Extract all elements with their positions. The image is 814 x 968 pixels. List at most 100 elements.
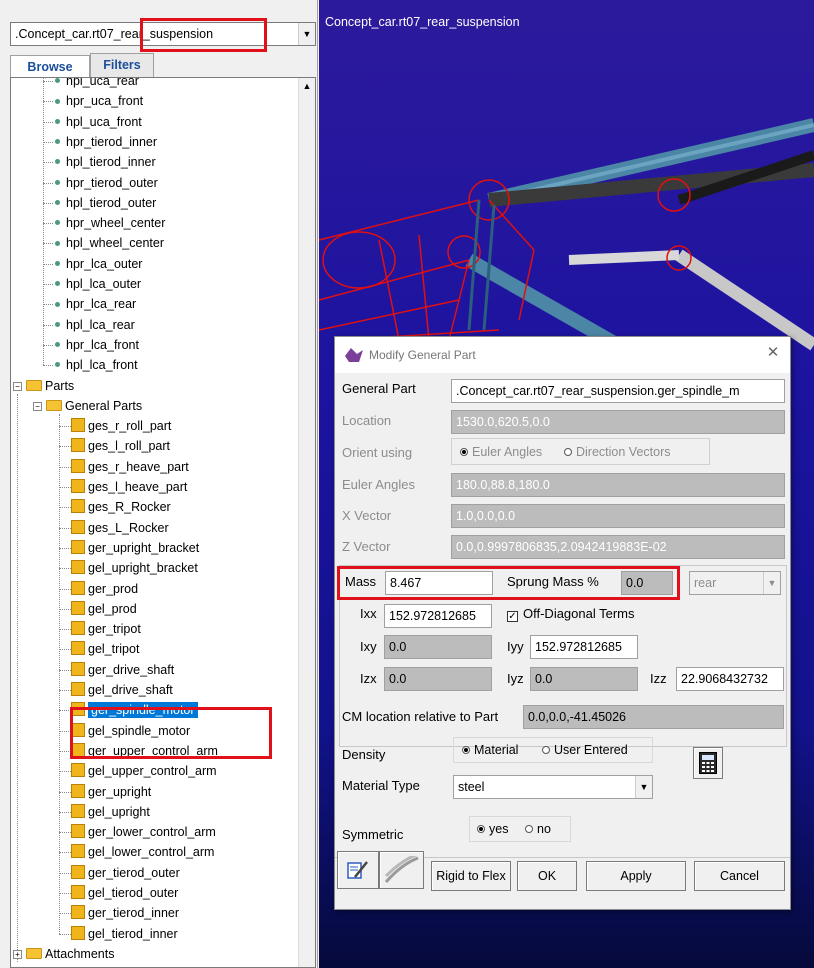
part-icon (71, 438, 85, 453)
tree-item-part[interactable]: ger_upper_control_arm (71, 741, 218, 761)
tree-item-point[interactable]: hpr_tierod_outer (55, 173, 158, 193)
tree-item-part[interactable]: ger_drive_shaft (71, 660, 174, 680)
tree-item-part[interactable]: gel_drive_shaft (71, 680, 173, 700)
mass-field[interactable]: 8.467 (385, 571, 493, 595)
chevron-down-icon[interactable]: ▼ (298, 23, 315, 45)
tree-item-part[interactable]: ges_l_roll_part (71, 436, 170, 456)
iyy-field[interactable]: 152.972812685 (530, 635, 638, 659)
radio-icon[interactable] (564, 448, 572, 456)
tree-item-part[interactable]: ger_prod (71, 579, 138, 599)
tree-item-part[interactable]: ges_l_heave_part (71, 477, 187, 497)
model-selector[interactable]: .Concept_car.rt07_rear_suspension ▼ (10, 22, 316, 46)
flex-body-button[interactable] (379, 851, 424, 889)
tree-connector (59, 933, 71, 935)
calculator-button[interactable] (693, 747, 723, 779)
radio-icon[interactable] (477, 825, 485, 833)
ok-button[interactable]: OK (517, 861, 577, 891)
tree-item-point[interactable]: hpr_lca_front (55, 335, 139, 355)
edit-notes-button[interactable] (337, 851, 379, 889)
symmetric-no-option[interactable]: no (525, 822, 551, 836)
tree-item-point[interactable]: hpr_lca_rear (55, 294, 136, 314)
tree-item-part[interactable]: gel_upper_control_arm (71, 761, 217, 781)
expand-icon[interactable]: + (13, 949, 22, 959)
collapse-icon[interactable]: − (13, 381, 22, 391)
tree-item-part[interactable]: ges_r_heave_part (71, 457, 189, 477)
tree-item-label: ger_lower_control_arm (88, 825, 216, 840)
cancel-button[interactable]: Cancel (694, 861, 785, 891)
tree-item-label: hpr_tierod_outer (66, 175, 158, 190)
part-icon (71, 418, 85, 433)
checkbox-icon[interactable]: ✓ (507, 611, 518, 622)
tree-item-part[interactable]: ger_upright (71, 782, 151, 802)
symmetric-yes-option[interactable]: yes (477, 822, 508, 836)
material-type-select[interactable]: steel ▼ (453, 775, 653, 799)
tree-item-part[interactable]: ger_tierod_inner (71, 903, 179, 923)
orient-direction-option[interactable]: Direction Vectors (564, 445, 670, 459)
tree-item-part[interactable]: ger_tierod_outer (71, 863, 180, 883)
tree-item-point[interactable]: hpl_lca_rear (55, 315, 135, 335)
tree-item-part[interactable]: gel_tierod_outer (71, 883, 178, 903)
tree-item-part[interactable]: ger_upright_bracket (71, 538, 199, 558)
izz-field[interactable]: 22.9068432732 (676, 667, 784, 691)
tree-folder-label: Parts (45, 378, 75, 393)
point-icon (55, 200, 60, 205)
tree-item-part[interactable]: ger_lower_control_arm (71, 822, 216, 842)
part-icon (71, 803, 85, 818)
tree-item-part[interactable]: ges_r_roll_part (71, 416, 171, 436)
tree-connector (43, 263, 53, 265)
tab-browse[interactable]: Browse (10, 55, 90, 77)
tree-item-point[interactable]: hpl_lca_front (55, 355, 138, 375)
tree-item-part[interactable]: gel_upright (71, 802, 150, 822)
tree-item-point[interactable]: hpr_tierod_inner (55, 132, 157, 152)
tree-item-label: hpr_tierod_inner (66, 134, 158, 149)
tree-connector (17, 393, 18, 962)
tree-item-part[interactable]: ges_L_Rocker (71, 518, 169, 538)
dialog-titlebar[interactable]: Modify General Part ✕ (335, 337, 790, 373)
tree-scrollbar[interactable]: ▲ (298, 78, 315, 967)
density-user-option[interactable]: User Entered (542, 743, 628, 757)
tree-item-part[interactable]: gel_tripot (71, 639, 139, 659)
collapse-icon[interactable]: − (33, 401, 42, 411)
tree-item-point[interactable]: hpr_uca_front (55, 91, 143, 111)
density-material-option[interactable]: Material (462, 743, 518, 757)
tree-folder-general-parts[interactable]: − General Parts (33, 396, 142, 416)
radio-icon[interactable] (525, 825, 533, 833)
scroll-up-icon[interactable]: ▲ (299, 78, 315, 95)
tab-filters[interactable]: Filters (90, 53, 154, 77)
edit-pen-icon (347, 861, 368, 879)
tree-item-point[interactable]: hpr_lca_outer (55, 254, 142, 274)
close-icon[interactable]: ✕ (764, 344, 782, 362)
tree-item-part[interactable]: gel_spindle_motor (71, 721, 190, 741)
tree-connector (59, 832, 71, 834)
tree-item-part[interactable]: gel_lower_control_arm (71, 842, 214, 862)
tree-item-point[interactable]: hpl_uca_front (55, 112, 142, 132)
tree-item-point[interactable]: hpl_uca_rear (55, 78, 139, 91)
orient-options: Euler Angles Direction Vectors (451, 438, 710, 465)
tree-folder-parts[interactable]: − Parts (13, 376, 74, 396)
tree-item-part[interactable]: gel_tierod_inner (71, 924, 178, 944)
off-diagonal-checkbox[interactable]: ✓ Off-Diagonal Terms (507, 606, 635, 622)
apply-button[interactable]: Apply (586, 861, 686, 891)
chevron-down-icon[interactable]: ▼ (635, 776, 652, 798)
tree-item-point[interactable]: hpr_wheel_center (55, 213, 165, 233)
tree-folder-attachments[interactable]: + Attachments (13, 944, 114, 964)
tree-item-part[interactable]: ger_tripot (71, 619, 141, 639)
point-icon (55, 118, 60, 124)
radio-icon[interactable] (462, 746, 470, 754)
tree-item-point[interactable]: hpl_wheel_center (55, 233, 164, 253)
orient-euler-option[interactable]: Euler Angles (460, 445, 542, 459)
radio-icon[interactable] (460, 448, 468, 456)
general-part-field[interactable]: .Concept_car.rt07_rear_suspension.ger_sp… (451, 379, 785, 403)
tree-item-point[interactable]: hpl_lca_outer (55, 274, 141, 294)
tree-item-part[interactable]: ges_R_Rocker (71, 497, 171, 517)
ixx-field[interactable]: 152.972812685 (384, 604, 492, 628)
radio-icon[interactable] (542, 746, 550, 754)
tree-item-part[interactable]: ger_spindle_motor (71, 700, 198, 720)
tree-item-point[interactable]: hpl_tierod_inner (55, 152, 156, 172)
rigid-to-flex-button[interactable]: Rigid to Flex (431, 861, 511, 891)
tree-item-part[interactable]: gel_upright_bracket (71, 558, 198, 578)
tree-connector (59, 649, 71, 651)
part-icon (71, 519, 85, 534)
tree-item-part[interactable]: gel_prod (71, 599, 137, 619)
tree-item-point[interactable]: hpl_tierod_outer (55, 193, 156, 213)
